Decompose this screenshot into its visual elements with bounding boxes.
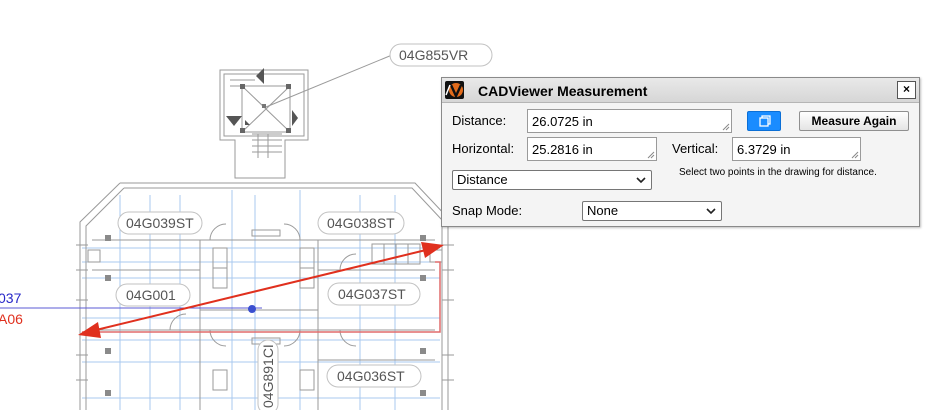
resize-grip-icon bbox=[647, 151, 655, 159]
snap-mode-label: Snap Mode: bbox=[452, 203, 523, 218]
resize-grip-icon bbox=[722, 123, 730, 131]
chevron-down-icon bbox=[706, 208, 716, 215]
distance-value: 26.0725 in bbox=[532, 114, 593, 129]
measure-mode-select[interactable]: Distance bbox=[452, 170, 652, 190]
snap-mode-select[interactable]: None bbox=[582, 201, 722, 221]
horizontal-field[interactable]: 25.2816 in bbox=[527, 137, 657, 161]
room-label: 04G038ST bbox=[327, 215, 395, 231]
room-label: 04G891CI bbox=[260, 344, 276, 408]
measurement-dialog: CADViewer Measurement × Distance: 26.072… bbox=[441, 77, 920, 227]
horizontal-label: Horizontal: bbox=[452, 141, 515, 156]
resize-grip-icon bbox=[851, 151, 859, 159]
room-label: 04G039ST bbox=[126, 215, 194, 231]
tower-label-leader bbox=[265, 54, 393, 108]
copy-button[interactable] bbox=[747, 111, 781, 131]
horizontal-value: 25.2816 in bbox=[532, 142, 593, 157]
side-label-top: 037 bbox=[0, 290, 22, 306]
close-button[interactable]: × bbox=[897, 81, 916, 99]
distance-label: Distance: bbox=[452, 113, 507, 128]
hint-text: Select two points in the drawing for dis… bbox=[679, 167, 877, 178]
cadviewer-logo-icon bbox=[445, 81, 464, 99]
room-label: 04G037ST bbox=[338, 286, 406, 302]
side-label-bottom: A06 bbox=[0, 311, 23, 327]
vertical-field[interactable]: 6.3729 in bbox=[732, 137, 861, 161]
copy-icon bbox=[759, 115, 771, 127]
distance-field[interactable]: 26.0725 in bbox=[527, 109, 732, 133]
reference-point bbox=[248, 305, 256, 313]
chevron-down-icon bbox=[636, 177, 646, 184]
arrowhead-start-icon bbox=[78, 322, 101, 338]
room-label: 04G001 bbox=[126, 287, 176, 303]
stair-symbols bbox=[226, 68, 298, 133]
dialog-titlebar[interactable]: CADViewer Measurement × bbox=[442, 78, 919, 103]
room-label: 04G036ST bbox=[337, 368, 405, 384]
room-label: 04G855VR bbox=[399, 47, 468, 63]
snap-mode-value: None bbox=[587, 203, 619, 218]
measure-again-button[interactable]: Measure Again bbox=[799, 111, 909, 131]
vertical-label: Vertical: bbox=[672, 141, 719, 156]
measure-mode-value: Distance bbox=[457, 172, 508, 187]
dialog-title: CADViewer Measurement bbox=[478, 83, 648, 99]
vertical-value: 6.3729 in bbox=[737, 142, 791, 157]
